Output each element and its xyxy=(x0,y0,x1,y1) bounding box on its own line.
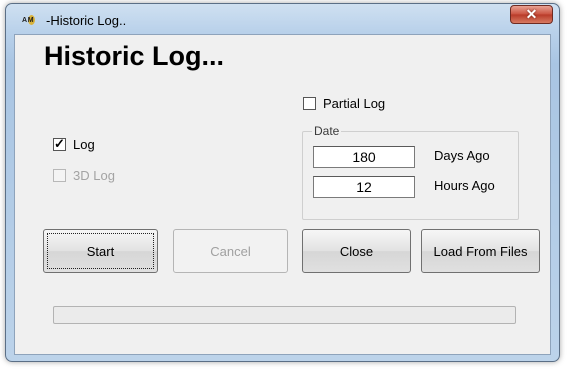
log-checkbox-label: Log xyxy=(73,137,95,152)
3d-log-checkbox[interactable]: 3D Log xyxy=(53,168,115,183)
partial-log-checkbox-box[interactable] xyxy=(303,97,316,110)
days-ago-input[interactable]: 180 xyxy=(313,146,415,168)
check-icon: ✓ xyxy=(54,136,65,151)
days-ago-label: Days Ago xyxy=(434,148,490,163)
app-logo-icon: A M xyxy=(22,15,35,25)
hours-ago-input[interactable]: 12 xyxy=(313,176,415,198)
close-icon: ✕ xyxy=(525,6,538,22)
partial-log-checkbox-label: Partial Log xyxy=(323,96,386,111)
3d-log-checkbox-box[interactable] xyxy=(53,169,66,182)
hours-ago-label: Hours Ago xyxy=(434,178,495,193)
3d-log-checkbox-label: 3D Log xyxy=(73,168,115,183)
load-from-files-button[interactable]: Load From Files xyxy=(421,229,540,273)
start-button[interactable]: Start xyxy=(43,229,158,273)
progress-bar xyxy=(53,306,516,324)
dialog-heading: Historic Log... xyxy=(44,41,225,71)
close-window-button[interactable]: ✕ xyxy=(510,5,553,24)
log-checkbox-box[interactable]: ✓ xyxy=(53,136,66,151)
log-checkbox[interactable]: ✓ Log xyxy=(53,136,95,152)
date-group-label: Date xyxy=(312,124,342,138)
close-button[interactable]: Close xyxy=(302,229,411,273)
title-bar[interactable]: A M -Historic Log.. ✕ xyxy=(6,4,559,34)
window-title: -Historic Log.. xyxy=(46,13,127,28)
cancel-button[interactable]: Cancel xyxy=(173,229,288,273)
partial-log-checkbox[interactable]: Partial Log xyxy=(303,96,385,111)
